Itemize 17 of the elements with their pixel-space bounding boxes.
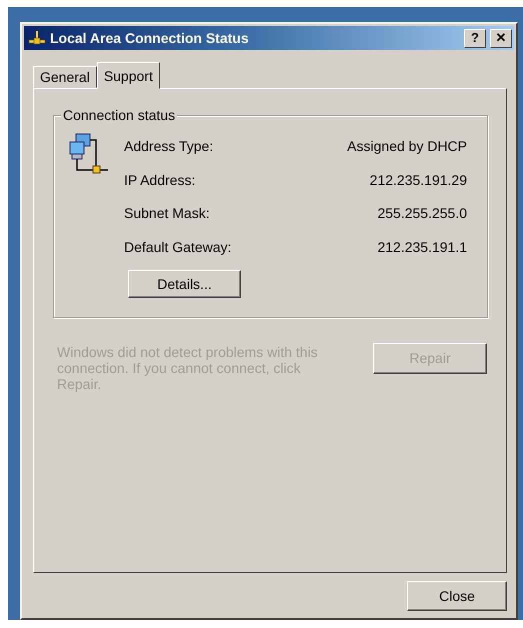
field-label: IP Address: [124, 170, 196, 190]
group-title: Connection status [61, 107, 178, 123]
field-value: Assigned by DHCP [347, 137, 467, 156]
close-button[interactable]: ✕ [490, 28, 512, 48]
field-value: 212.235.191.1 [377, 238, 467, 257]
field-label: Subnet Mask: [124, 204, 211, 224]
help-button[interactable]: ? [464, 28, 486, 48]
field-label: Default Gateway: [124, 238, 232, 257]
field-label: Address Type: [124, 137, 214, 156]
tab[interactable]: Support [96, 62, 160, 89]
close-dialog-button[interactable]: Close [407, 581, 507, 611]
details-button[interactable]: Details... [128, 270, 241, 298]
window-title: Local Area Connection Status [50, 28, 250, 48]
field-value: 255.255.255.0 [377, 204, 467, 224]
tab[interactable]: General [33, 66, 97, 88]
network-icon [28, 30, 46, 46]
field-value: 212.235.191.29 [370, 170, 467, 190]
